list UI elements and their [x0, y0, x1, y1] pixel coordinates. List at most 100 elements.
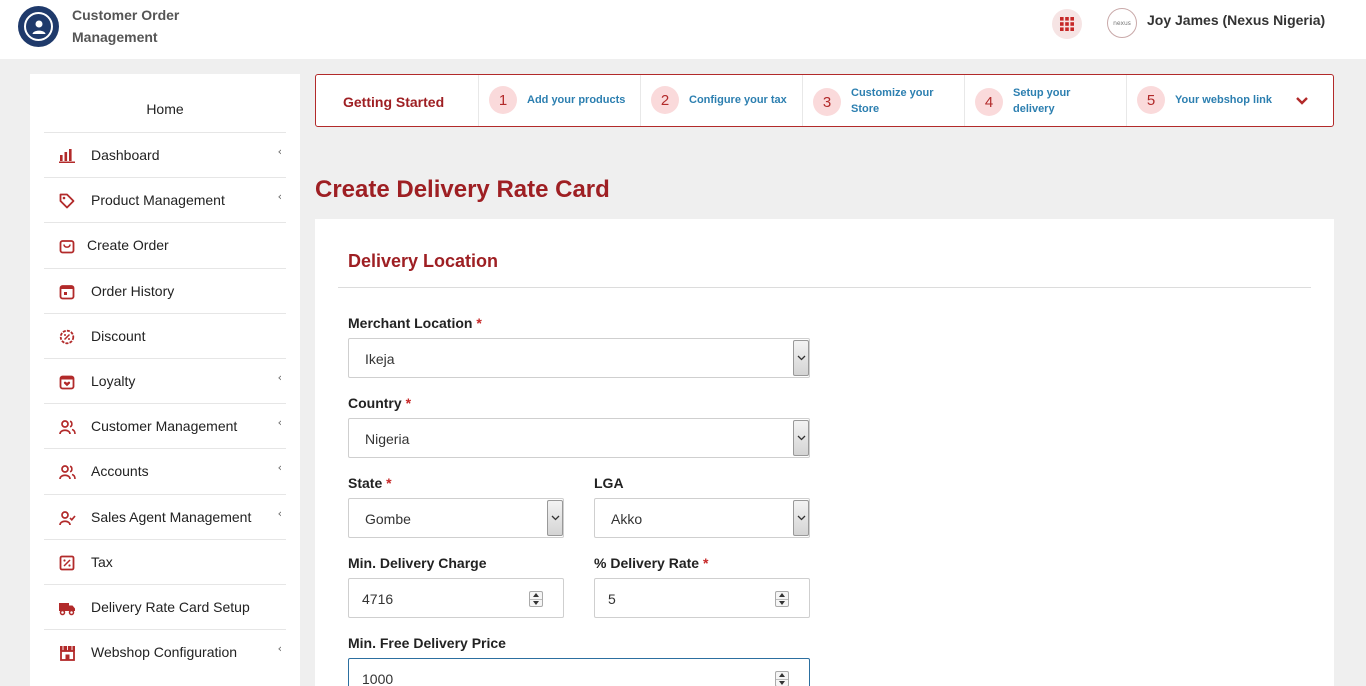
- delivery-rate-input[interactable]: 5: [594, 578, 810, 618]
- min-free-delivery-price-input[interactable]: 1000: [348, 658, 810, 686]
- sidebar-item-sales-agent-management[interactable]: Sales Agent Management ‹: [44, 493, 286, 539]
- chevron-left-icon: ‹: [277, 506, 282, 520]
- min-delivery-charge-input[interactable]: 4716: [348, 578, 564, 618]
- percent-icon: [58, 554, 76, 572]
- shopping-bag-icon: [58, 237, 76, 255]
- step-number: 5: [1137, 86, 1165, 114]
- lga-select[interactable]: Akko: [594, 498, 810, 538]
- sidebar-item-label: Webshop Configuration: [91, 644, 238, 661]
- sidebar-item-loyalty[interactable]: Loyalty ‹: [44, 357, 286, 403]
- required-marker: *: [386, 475, 392, 491]
- country-label: Country *: [348, 395, 412, 411]
- delivery-rate-card-form: Delivery Location Merchant Location * Ik…: [315, 219, 1334, 686]
- number-spinner[interactable]: [775, 591, 789, 607]
- sidebar-item-product-management[interactable]: Product Management ‹: [44, 177, 286, 222]
- sidebar-item-tax[interactable]: Tax: [44, 538, 286, 584]
- state-label: State *: [348, 475, 392, 491]
- user-circle-icon: [24, 12, 53, 41]
- delivery-rate-label: % Delivery Rate *: [594, 555, 709, 571]
- sidebar-item-label: Accounts: [91, 463, 149, 480]
- input-value: 4716: [362, 591, 394, 607]
- step-add-products[interactable]: 1 Add your products: [478, 75, 640, 126]
- page-title: Create Delivery Rate Card: [315, 176, 610, 203]
- bar-chart-icon: [58, 147, 76, 165]
- user-name[interactable]: Joy James (Nexus Nigeria): [1147, 12, 1325, 28]
- state-select[interactable]: Gombe: [348, 498, 564, 538]
- spin-down-icon[interactable]: [530, 598, 542, 607]
- app-logo[interactable]: [18, 6, 59, 47]
- users-icon: [58, 418, 76, 436]
- app-title: Customer Order Management: [72, 7, 180, 45]
- user-check-icon: [58, 509, 76, 527]
- merchant-location-label: Merchant Location *: [348, 315, 482, 331]
- getting-started-steps: Getting Started 1 Add your products 2 Co…: [315, 74, 1334, 127]
- min-free-delivery-price-label: Min. Free Delivery Price: [348, 635, 506, 651]
- spin-down-icon[interactable]: [776, 598, 788, 607]
- tag-icon: [58, 192, 76, 210]
- sidebar-item-accounts[interactable]: Accounts ‹: [44, 448, 286, 493]
- step-setup-delivery[interactable]: 4 Setup your delivery: [964, 75, 1126, 126]
- sidebar-item-dashboard[interactable]: Dashboard ‹: [44, 132, 286, 177]
- sidebar-item-discount[interactable]: Discount: [44, 312, 286, 358]
- top-bar: Customer Order Management nexus Joy Jame…: [0, 0, 1366, 59]
- sidebar-home-link[interactable]: Home: [30, 101, 300, 117]
- step-number: 1: [489, 86, 517, 114]
- chevron-down-icon: [793, 340, 809, 376]
- sidebar-item-create-order[interactable]: Create Order: [44, 222, 286, 267]
- chevron-down-icon: [547, 500, 563, 536]
- user-avatar[interactable]: nexus: [1107, 8, 1137, 38]
- getting-started-title: Getting Started: [343, 94, 445, 110]
- sidebar-item-customer-management[interactable]: Customer Management ‹: [44, 403, 286, 448]
- step-customize-store[interactable]: 3 Customize your Store: [802, 75, 964, 126]
- sidebar-item-label: Delivery Rate Card Setup: [91, 598, 250, 615]
- lga-label: LGA: [594, 475, 624, 491]
- step-number: 3: [813, 88, 841, 116]
- chevron-left-icon: ‹: [277, 642, 282, 656]
- step-label: Add your products: [527, 94, 626, 106]
- sidebar-item-webshop-configuration[interactable]: Webshop Configuration ‹: [44, 629, 286, 674]
- country-select[interactable]: Nigeria: [348, 418, 810, 458]
- sidebar-item-label: Order History: [91, 282, 175, 299]
- input-value: 1000: [362, 671, 394, 686]
- step-number: 4: [975, 88, 1003, 116]
- step-number: 2: [651, 86, 679, 114]
- required-marker: *: [405, 395, 412, 411]
- chevron-down-icon: [793, 500, 809, 536]
- sidebar-item-label: Loyalty: [91, 373, 136, 390]
- chevron-left-icon: ‹: [277, 370, 282, 384]
- chevron-left-icon: ‹: [277, 416, 282, 430]
- number-spinner[interactable]: [775, 671, 789, 686]
- chevron-down-icon: [1296, 97, 1308, 105]
- step-configure-tax[interactable]: 2 Configure your tax: [640, 75, 802, 126]
- sidebar-item-order-history[interactable]: Order History: [44, 267, 286, 313]
- step-label-line1: Setup your: [1013, 87, 1071, 99]
- sidebar-item-label: Create Order: [87, 237, 169, 254]
- chevron-down-icon: [793, 420, 809, 456]
- discount-icon: [58, 328, 76, 346]
- required-marker: *: [702, 555, 709, 571]
- chevron-left-icon: ‹: [277, 461, 282, 475]
- sidebar-item-label: Tax: [91, 553, 113, 570]
- step-label: Your webshop link: [1175, 94, 1272, 106]
- sidebar-item-delivery-rate-card-setup[interactable]: Delivery Rate Card Setup: [44, 583, 286, 629]
- sidebar-item-label: Discount: [91, 327, 146, 344]
- history-icon: [58, 283, 76, 301]
- apps-grid-button[interactable]: [1052, 9, 1082, 39]
- selected-value: Gombe: [365, 511, 411, 527]
- sidebar-item-label: Product Management: [91, 192, 225, 209]
- min-delivery-charge-label: Min. Delivery Charge: [348, 555, 487, 571]
- chevron-left-icon: ‹: [277, 190, 282, 204]
- input-value: 5: [608, 591, 616, 607]
- step-label: Configure your tax: [689, 94, 787, 106]
- steps-collapse-toggle[interactable]: [1294, 93, 1310, 109]
- spin-down-icon[interactable]: [776, 678, 788, 686]
- selected-value: Ikeja: [365, 351, 395, 367]
- merchant-location-select[interactable]: Ikeja: [348, 338, 810, 378]
- number-spinner[interactable]: [529, 591, 543, 607]
- selected-value: Akko: [611, 511, 643, 527]
- sidebar-nav: Dashboard ‹ Product Management ‹ Create …: [44, 132, 286, 674]
- store-icon: [58, 644, 76, 662]
- step-webshop-link[interactable]: 5 Your webshop link: [1126, 75, 1286, 126]
- step-label-line1: Customize your: [851, 87, 934, 99]
- required-marker: *: [476, 315, 482, 331]
